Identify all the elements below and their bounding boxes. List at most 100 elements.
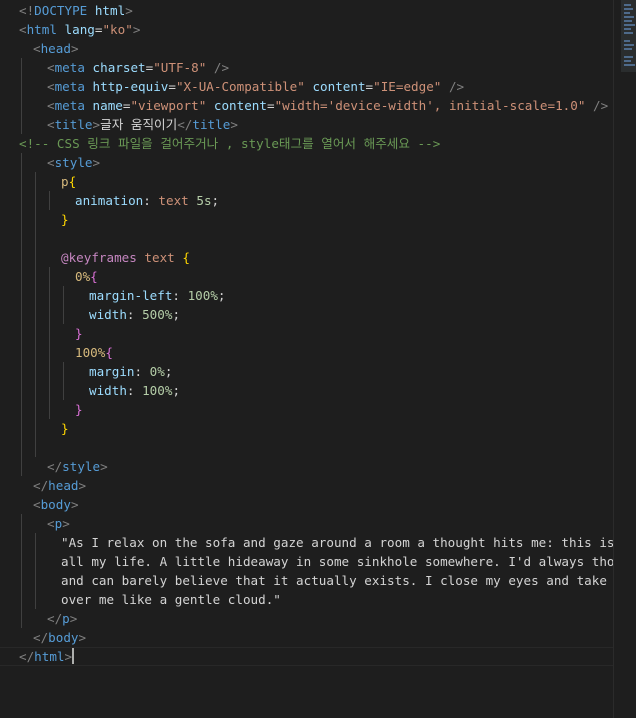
punctuation-token: < [33,497,41,512]
code-line[interactable]: <title>글자 움직이기</title> [0,115,613,134]
code-line[interactable]: @keyframes text { [0,248,613,267]
code-line[interactable]: <p> [0,514,613,533]
code-line[interactable]: <meta charset="UTF-8" /> [0,58,613,77]
value-token: text [158,193,189,208]
code-line[interactable]: <html lang="ko"> [0,20,613,39]
text-token: : [143,193,159,208]
code-line[interactable]: } [0,324,613,343]
indent-guide [35,571,36,590]
code-line[interactable]: all my life. A little hideaway in some s… [0,552,613,571]
code-line[interactable]: } [0,400,613,419]
code-line[interactable]: p{ [0,172,613,191]
code-line[interactable]: width: 100%; [0,381,613,400]
indent-guide [21,552,22,571]
indent-guide [49,267,50,286]
property-token: margin [89,364,135,379]
punctuation-token: < [19,22,27,37]
number-token: 0% [149,364,165,379]
code-line[interactable]: </head> [0,476,613,495]
code-line[interactable]: <style> [0,153,613,172]
indent-guide [35,324,36,343]
minimap-line [624,44,634,46]
indent-guide [21,172,22,191]
minimap-line [624,24,635,26]
code-line[interactable]: animation: text 5s; [0,191,613,210]
text-token: ; [211,193,220,208]
code-line[interactable]: </body> [0,628,613,647]
code-area[interactable]: <!DOCTYPE html> <html lang="ko"> <head> <me… [0,1,613,666]
number-token: 100% [142,383,173,398]
punctuation-token: > [92,117,101,132]
tag-name-token: meta [54,98,85,113]
tag-name-token: head [40,41,71,56]
attribute-name-token: name [92,98,123,113]
brace-token: } [75,402,83,417]
code-line[interactable]: <body> [0,495,613,514]
text-cursor [72,648,75,664]
code-line[interactable] [0,438,613,457]
code-line[interactable]: </style> [0,457,613,476]
attribute-name-token: http-equiv [92,79,169,94]
code-line[interactable]: <meta name="viewport" content="width='de… [0,96,613,115]
punctuation-token: /> [593,98,609,113]
code-line[interactable] [0,229,613,248]
code-line[interactable]: <head> [0,39,613,58]
text-token: = [365,79,374,94]
code-line[interactable]: <meta http-equiv="X-UA-Compatible" conte… [0,77,613,96]
code-line[interactable]: <!DOCTYPE html> [0,1,613,20]
brace-token: { [90,269,98,284]
indent-guide [63,305,64,324]
indent-guide [63,286,64,305]
code-line[interactable]: and can barely believe that it actually … [0,571,613,590]
vertical-scrollbar[interactable] [613,0,636,718]
code-line[interactable]: </p> [0,609,613,628]
indent-guide [21,210,22,229]
property-token: margin-left [89,288,173,303]
indent-guide [35,343,36,362]
code-line[interactable]: width: 500%; [0,305,613,324]
string-token: "X-UA-Compatible" [175,79,305,94]
indent-guide [21,609,22,628]
indent-guide [21,248,22,267]
text-token: : [126,307,143,322]
punctuation-token: < [47,516,55,531]
indent-guide [35,400,36,419]
code-line[interactable]: margin: 0%; [0,362,613,381]
punctuation-token: > [64,649,73,664]
code-line[interactable]: "As I relax on the sofa and gaze around … [0,533,613,552]
punctuation-token: > [78,478,87,493]
code-line[interactable]: 0%{ [0,267,613,286]
indent-guide [35,191,36,210]
punctuation-token: </ [19,649,35,664]
brace-token: { [68,174,77,189]
code-line[interactable]: 100%{ [0,343,613,362]
code-line[interactable]: over me like a gentle cloud." [0,590,613,609]
code-line[interactable]: } [0,419,613,438]
text-token: ; [217,288,226,303]
indent-guide [49,381,50,400]
brace-token: } [75,326,83,341]
punctuation-token: <! [19,3,35,18]
brace-token: { [105,345,113,360]
code-line[interactable]: </html> [0,647,613,666]
tag-name-token: meta [54,60,85,75]
tag-name-token: title [192,117,231,132]
indent-guide [21,438,22,457]
code-line[interactable]: } [0,210,613,229]
tag-name-token: style [62,459,101,474]
code-line[interactable]: margin-left: 100%; [0,286,613,305]
punctuation-token: > [125,3,133,18]
code-line[interactable]: <!-- CSS 링크 파일을 걸어주거나 , style태그를 열어서 해주세… [0,134,613,153]
indent-guide [35,210,36,229]
text-token: = [168,79,176,94]
text-token: "As I relax on the sofa and gaze around … [61,535,613,550]
minimap[interactable] [621,0,636,72]
indent-guide [35,419,36,438]
brace-token: { [182,250,190,265]
code-editor[interactable]: <!DOCTYPE html> <html lang="ko"> <head> <me… [0,0,636,718]
indent-guide [21,400,22,419]
